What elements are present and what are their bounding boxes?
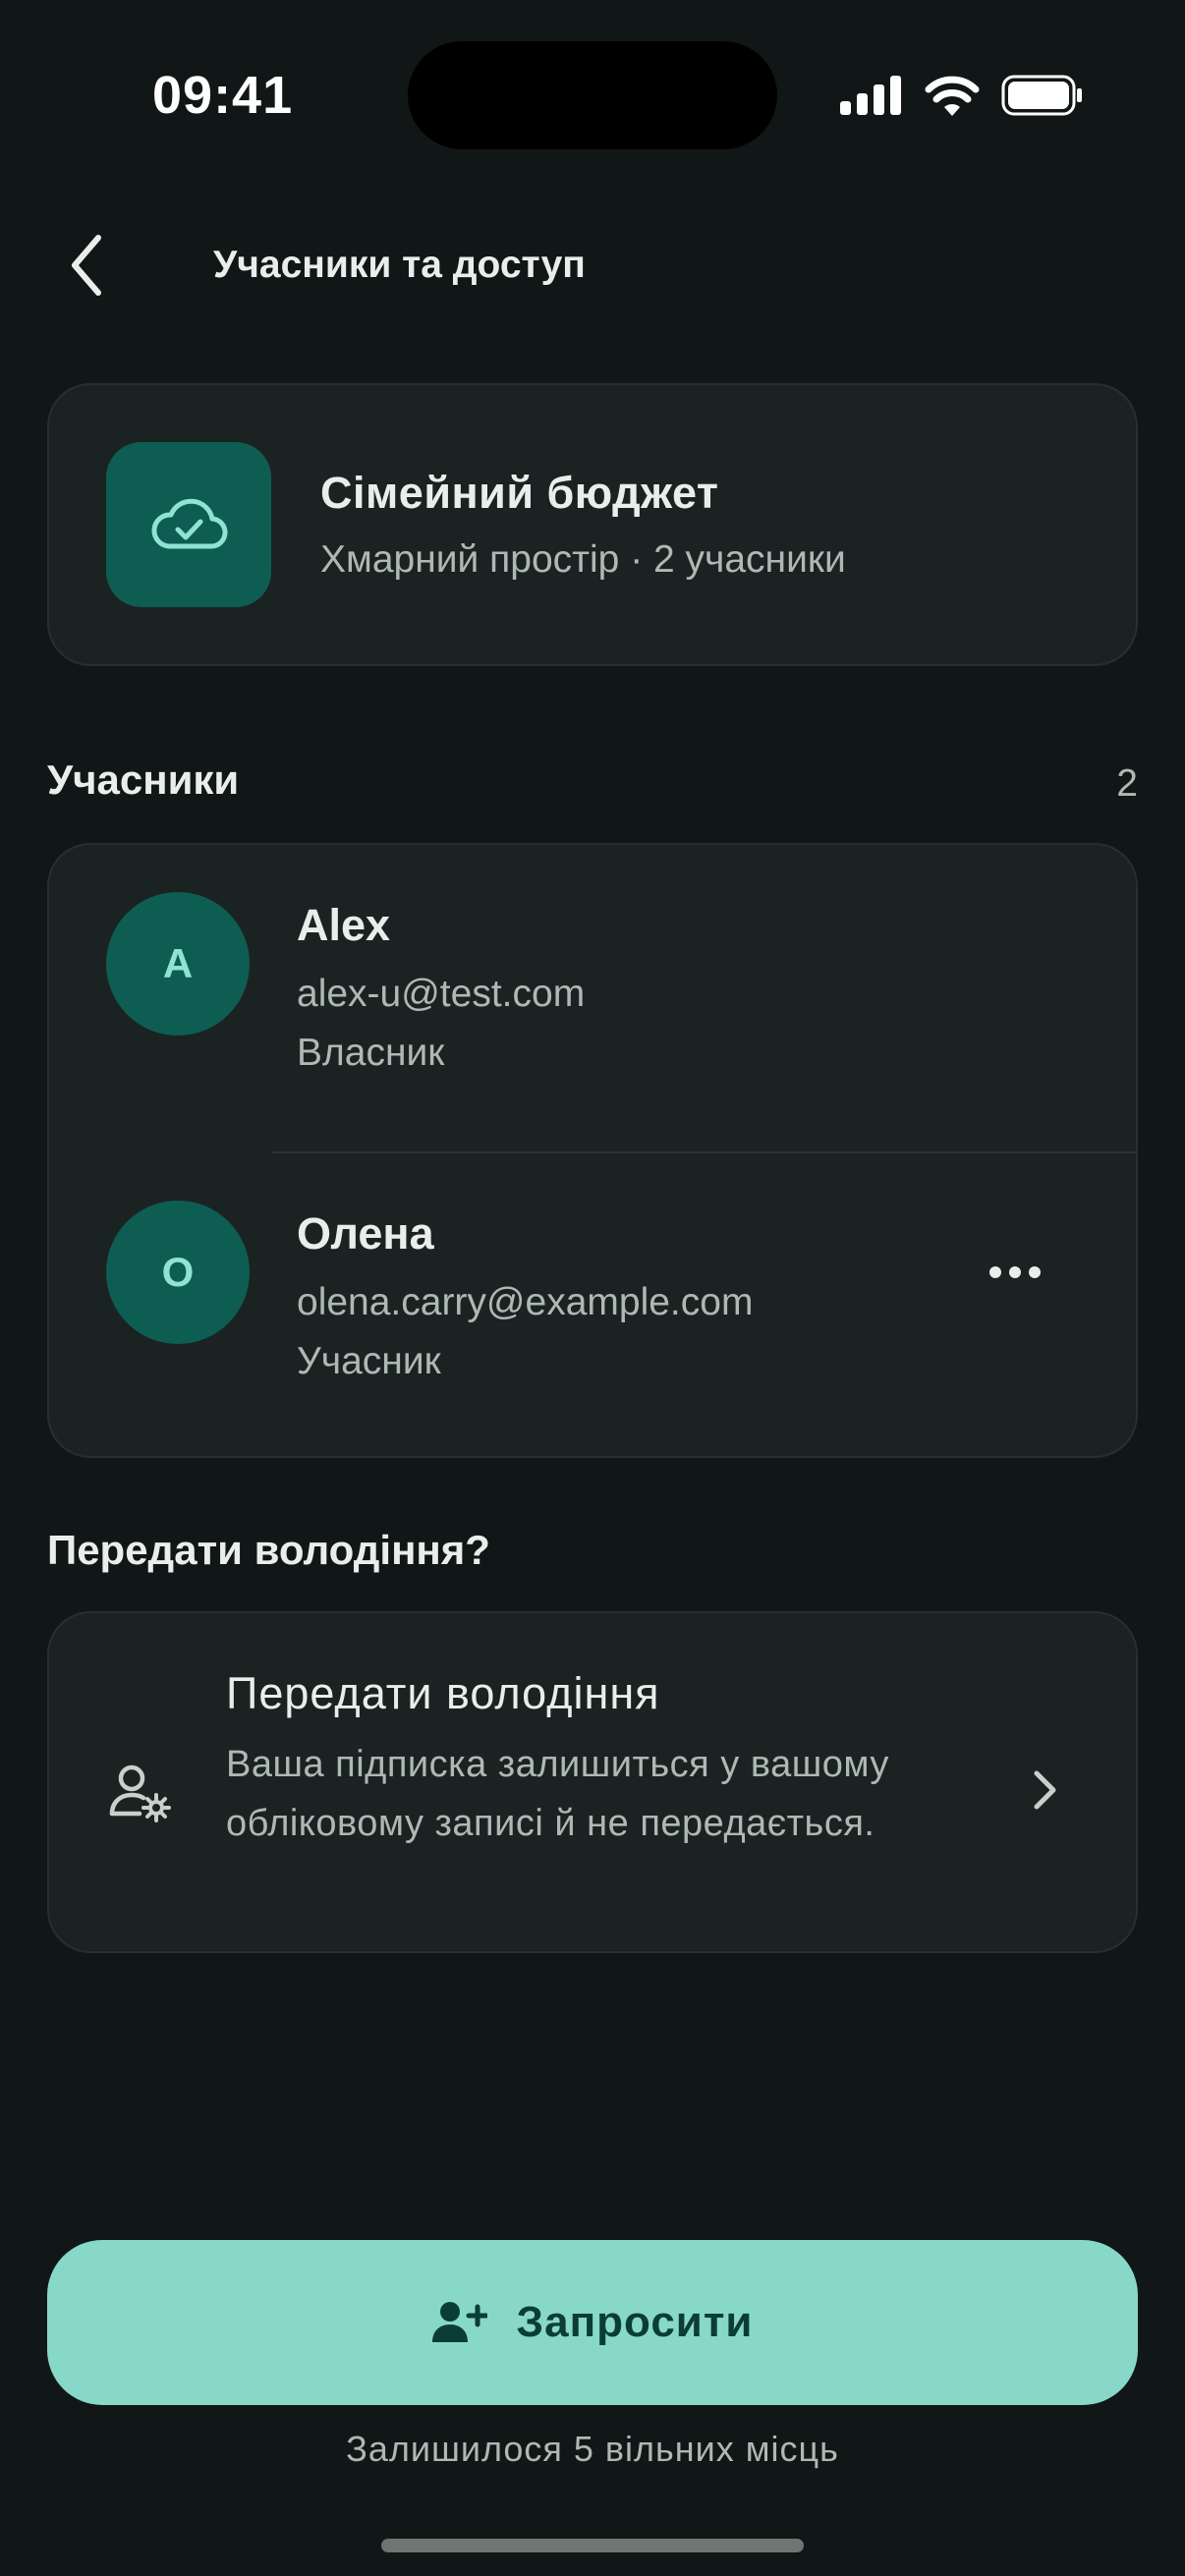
invite-button[interactable]: Запросити — [47, 2240, 1138, 2405]
transfer-ownership-card[interactable]: Передати володіння Ваша підписка залишит… — [47, 1611, 1138, 1953]
signal-icon — [840, 76, 901, 115]
page-title: Учасники та доступ — [213, 244, 586, 286]
avatar: О — [106, 1201, 250, 1344]
space-meta: Хмарний простір · 2 учасники — [320, 538, 846, 581]
transfer-description: Ваша підписка залишиться у вашому обліко… — [226, 1744, 889, 1844]
members-count: 2 — [1116, 762, 1138, 805]
status-icons — [840, 75, 1082, 116]
chevron-right-icon — [1026, 1761, 1065, 1820]
battery-icon — [1001, 75, 1082, 116]
wifi-icon — [925, 76, 980, 116]
member-role: Власник — [297, 1032, 445, 1074]
space-card: Сімейний бюджет Хмарний простір · 2 учас… — [47, 383, 1138, 666]
chevron-left-icon — [72, 235, 101, 296]
space-icon-tile — [106, 442, 271, 607]
member-name: Олена — [297, 1208, 434, 1259]
transfer-title: Передати володіння — [226, 1668, 660, 1718]
member-email: olena.carry@example.com — [297, 1281, 754, 1323]
member-email: alex-u@test.com — [297, 973, 586, 1015]
member-name: Alex — [297, 900, 391, 950]
member-row[interactable]: О Олена olena.carry@example.com Учасник — [49, 1153, 1136, 1460]
space-name: Сімейний бюджет — [320, 468, 719, 518]
members-section-title: Учасники — [47, 756, 240, 803]
transfer-section-title: Передати володіння? — [47, 1527, 490, 1573]
cloud-check-icon — [151, 498, 228, 549]
status-time: 09:41 — [152, 66, 294, 125]
add-user-icon — [431, 2302, 487, 2342]
invite-label: Запросити — [516, 2298, 754, 2346]
avatar: A — [106, 892, 250, 1036]
members-list: A Alex alex-u@test.com Власник О Олена o… — [47, 843, 1138, 1458]
screen: 09:41 Учасники та доступ Сімейний бюджет… — [0, 0, 1185, 2576]
seats-left-text: Залишилося 5 вільних місць — [346, 2429, 839, 2469]
member-more-button[interactable] — [983, 1248, 1047, 1297]
back-button[interactable] — [57, 228, 116, 303]
user-gear-icon — [109, 1764, 171, 1822]
member-role: Учасник — [297, 1340, 441, 1382]
home-indicator[interactable] — [381, 2539, 804, 2552]
more-horizontal-icon — [989, 1266, 1041, 1278]
member-row[interactable]: A Alex alex-u@test.com Власник — [49, 845, 1136, 1153]
dynamic-island — [408, 41, 777, 149]
